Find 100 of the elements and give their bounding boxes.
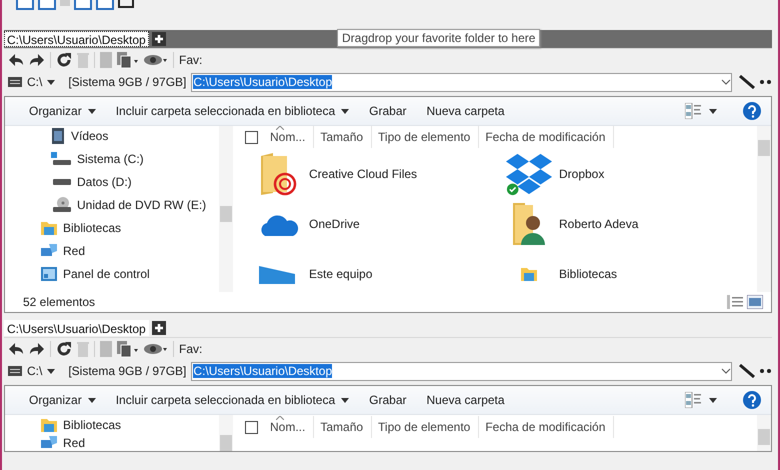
tree-item[interactable]: Sistema (C:) xyxy=(51,151,219,167)
windows-drive-icon xyxy=(51,152,71,166)
details-view-icon xyxy=(727,295,743,309)
caret-icon xyxy=(47,80,56,84)
scrollbar[interactable] xyxy=(757,415,771,451)
scrollbar[interactable] xyxy=(219,126,233,292)
back-arrow-icon xyxy=(8,53,24,67)
tree-item[interactable]: Unidad de DVD RW (E:) xyxy=(51,197,219,213)
single-pane-layout-icon[interactable] xyxy=(16,0,34,10)
more-dots-icon xyxy=(760,80,772,84)
thumbnail-view-icon xyxy=(747,295,763,309)
file-item[interactable]: Este equipo xyxy=(255,252,505,292)
command-button[interactable]: Nueva carpeta xyxy=(416,101,515,121)
column-header[interactable]: Nom... xyxy=(264,416,314,438)
file-item[interactable]: Creative Cloud Files xyxy=(255,152,505,196)
forward-arrow-icon xyxy=(29,53,45,67)
command-button[interactable]: Incluir carpeta seleccionada en biblioteca xyxy=(106,390,360,410)
eye-icon xyxy=(144,53,168,67)
column-header[interactable]: Nom... xyxy=(264,126,314,148)
address-field[interactable]: C:\Users\Usuario\Desktop xyxy=(191,72,732,92)
tree-item[interactable]: Bibliotecas xyxy=(41,220,219,236)
folder-with-cloud-logo-icon xyxy=(259,152,299,196)
forward-arrow-icon xyxy=(29,342,45,356)
scrollbar[interactable] xyxy=(219,415,233,451)
dvd-drive-icon xyxy=(51,197,71,213)
more-dots-icon xyxy=(760,369,772,373)
favorites-label: Fav: xyxy=(179,53,202,67)
folder-tab[interactable]: C:\Users\Usuario\Desktop xyxy=(4,320,149,336)
copy-pages-icon xyxy=(117,52,139,68)
help-icon xyxy=(743,391,761,409)
caret-icon xyxy=(341,398,350,402)
command-button[interactable]: Organizar xyxy=(19,101,106,121)
file-item[interactable]: OneDrive xyxy=(255,202,505,246)
command-button[interactable]: Organizar xyxy=(19,390,106,410)
film-icon xyxy=(51,128,65,144)
layout-icon[interactable] xyxy=(118,0,134,8)
dropbox-logo-icon xyxy=(505,151,553,197)
help-icon xyxy=(743,102,761,120)
chevron-down-icon xyxy=(721,368,731,374)
drive-label[interactable]: C:\ xyxy=(27,75,42,89)
drive-info: [Sistema 9GB / 97GB] xyxy=(68,75,186,89)
tree-item[interactable]: Bibliotecas xyxy=(41,417,219,433)
dual-pane-layout-icon[interactable] xyxy=(74,0,92,10)
trash-icon xyxy=(77,341,89,357)
eye-icon xyxy=(144,342,168,356)
tooltip: Dragdrop your favorite folder to here xyxy=(337,29,540,47)
caret-icon xyxy=(47,368,56,374)
tree-item[interactable]: Red xyxy=(41,435,219,451)
document-icon xyxy=(100,341,112,357)
column-header[interactable]: Tamaño xyxy=(314,416,372,438)
drive-info: [Sistema 9GB / 97GB] xyxy=(68,364,186,378)
item-count: 52 elementos xyxy=(23,295,96,309)
caret-icon xyxy=(341,108,350,114)
refresh-icon xyxy=(56,52,72,68)
favorites-label: Fav: xyxy=(179,342,202,356)
file-item[interactable]: Roberto Adeva xyxy=(505,202,757,246)
refresh-icon xyxy=(56,341,72,357)
command-button[interactable]: Grabar xyxy=(359,101,417,121)
command-button[interactable]: Grabar xyxy=(359,390,417,410)
library-folder-icon xyxy=(41,418,57,432)
column-header[interactable]: Fecha de modificación xyxy=(479,416,614,438)
caret-icon xyxy=(88,398,96,402)
drive-icon xyxy=(51,178,71,186)
view-options-icon xyxy=(685,392,701,408)
address-field[interactable]: C:\Users\Usuario\Desktop xyxy=(191,362,732,380)
file-item[interactable]: Dropbox xyxy=(505,152,757,196)
view-options-icon xyxy=(685,103,701,119)
library-folder-icon xyxy=(521,267,537,281)
column-header[interactable]: Fecha de modificación xyxy=(479,126,614,148)
new-tab-icon[interactable] xyxy=(152,321,166,335)
tree-item[interactable]: Panel de control xyxy=(41,266,219,282)
caret-icon xyxy=(88,108,96,114)
tree-item[interactable]: Vídeos xyxy=(51,128,219,144)
column-header[interactable]: Tipo de elemento xyxy=(372,416,480,438)
library-folder-icon xyxy=(41,221,57,235)
new-tab-icon[interactable] xyxy=(152,32,166,46)
column-header[interactable]: Tamaño xyxy=(314,126,372,148)
caret-icon xyxy=(709,398,717,402)
network-icon xyxy=(41,436,57,450)
drive-icon xyxy=(8,77,22,87)
user-folder-icon xyxy=(511,201,547,247)
drive-label[interactable]: C:\ xyxy=(27,364,42,378)
file-item[interactable]: Bibliotecas xyxy=(505,252,757,292)
command-button[interactable]: Nueva carpeta xyxy=(416,390,515,410)
select-all-checkbox[interactable] xyxy=(245,130,258,144)
column-header[interactable]: Tipo de elemento xyxy=(372,126,480,148)
document-icon xyxy=(100,52,112,68)
tree-item[interactable]: Red xyxy=(41,243,219,259)
caret-icon xyxy=(709,108,717,114)
trash-icon xyxy=(77,52,89,68)
back-arrow-icon xyxy=(8,342,24,356)
select-all-checkbox[interactable] xyxy=(245,420,258,434)
copy-pages-icon xyxy=(117,341,139,357)
folder-tab[interactable]: C:\Users\Usuario\Desktop xyxy=(4,31,149,47)
pen-icon xyxy=(739,75,755,89)
tree-item[interactable]: Datos (D:) xyxy=(51,174,219,190)
drive-icon xyxy=(8,366,22,376)
command-button[interactable]: Incluir carpeta seleccionada en biblioteca xyxy=(106,101,360,121)
scrollbar[interactable] xyxy=(757,126,771,292)
chevron-down-icon xyxy=(721,79,731,85)
